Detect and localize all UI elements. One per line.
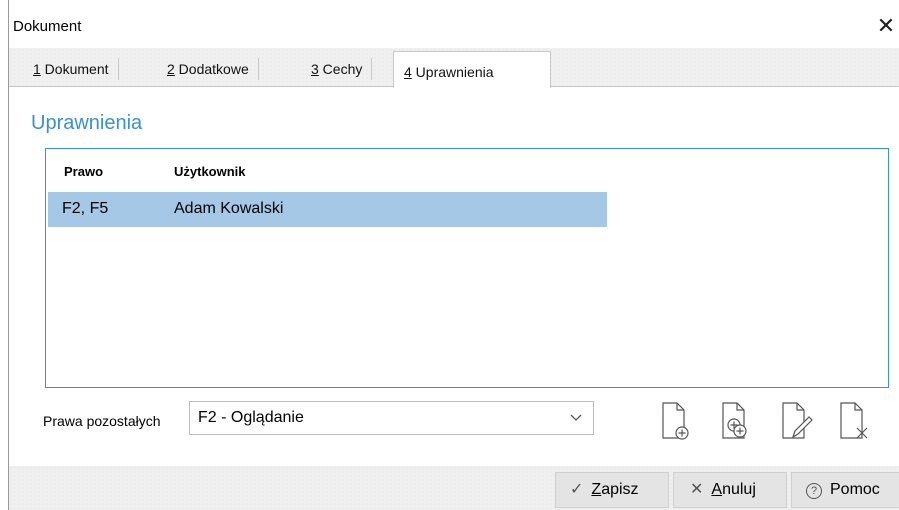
column-header-prawo[interactable]: Prawo <box>64 164 103 179</box>
save-button[interactable]: ✓ Zapisz <box>555 472 669 508</box>
column-header-uzytkownik[interactable]: Użytkownik <box>174 164 246 179</box>
permissions-list[interactable]: Prawo Użytkownik F2, F5 Adam Kowalski <box>45 148 889 388</box>
tab-label: Uprawnienia <box>411 64 494 80</box>
select-value: F2 - Oglądanie <box>198 409 304 426</box>
add-document-icon[interactable] <box>657 400 693 442</box>
others-permissions-row: Prawa pozostałych F2 - Oglądanie <box>9 400 899 444</box>
help-button[interactable]: ? Pomoc <box>791 472 899 508</box>
tab-dodatkowe[interactable]: 2 Dodatkowe <box>157 54 259 84</box>
help-icon: ? <box>806 483 822 499</box>
dialog-window: Dokument ✕ 1 Dokument 2 Dodatkowe 3 Cech… <box>8 0 899 510</box>
title-bar: Dokument ✕ <box>9 0 899 48</box>
edit-document-icon[interactable] <box>777 400 813 442</box>
chevron-down-icon <box>570 414 582 421</box>
window-title: Dokument <box>13 18 82 35</box>
delete-document-icon[interactable] <box>835 400 871 442</box>
dialog-footer: ✓ Zapisz ✕ Anuluj ? Pomoc <box>9 466 899 510</box>
add-from-list-icon[interactable] <box>717 400 753 442</box>
tab-label: Dodatkowe <box>174 61 249 77</box>
cancel-label: nuluj <box>722 481 756 498</box>
tab-label: Dokument <box>40 61 109 77</box>
cell-uzytkownik: Adam Kowalski <box>174 200 284 217</box>
others-permissions-label: Prawa pozostałych <box>43 413 161 429</box>
save-accelerator: Z <box>591 481 602 498</box>
save-label: apisz <box>601 481 639 498</box>
cell-prawo: F2, F5 <box>62 200 109 217</box>
tab-accelerator: 3 <box>311 61 319 77</box>
list-row[interactable]: F2, F5 Adam Kowalski <box>48 192 607 227</box>
tab-strip: 1 Dokument 2 Dodatkowe 3 Cechy 4 Uprawni… <box>9 48 899 88</box>
help-label: Pomoc <box>830 481 880 498</box>
others-permissions-select[interactable]: F2 - Oglądanie <box>189 401 594 435</box>
tab-label: Cechy <box>318 61 363 77</box>
section-title: Uprawnienia <box>31 112 143 134</box>
close-icon: ✕ <box>690 481 704 498</box>
tab-dokument[interactable]: 1 Dokument <box>23 54 119 84</box>
cancel-button[interactable]: ✕ Anuluj <box>673 472 787 508</box>
tab-cechy[interactable]: 3 Cechy <box>301 54 373 84</box>
close-button[interactable]: ✕ <box>872 10 899 42</box>
cancel-accelerator: A <box>711 481 723 498</box>
tab-accelerator: 1 <box>33 61 41 77</box>
tab-uprawnienia[interactable]: 4 Uprawnienia <box>393 51 551 88</box>
check-icon: ✓ <box>570 481 584 498</box>
tab-accelerator: 4 <box>404 64 412 80</box>
tab-accelerator: 2 <box>167 61 175 77</box>
